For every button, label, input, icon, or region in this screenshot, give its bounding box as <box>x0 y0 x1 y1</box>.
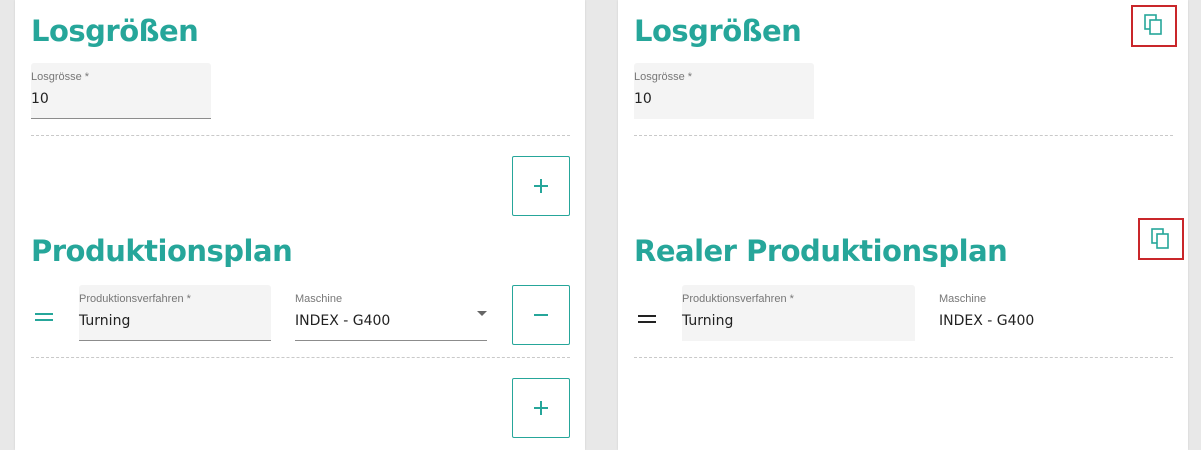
production-process-value: Turning <box>79 313 131 329</box>
production-process-label: Produktionsverfahren * <box>79 293 191 305</box>
copy-icon <box>1144 14 1162 35</box>
copy-icon <box>1151 228 1169 249</box>
lot-size-input[interactable]: Losgrösse * 10 <box>31 63 211 119</box>
drag-handle-icon[interactable] <box>638 315 656 325</box>
real-production-plan-title: Realer Produktionsplan <box>634 234 1008 268</box>
machine-value: INDEX - G400 <box>295 313 391 329</box>
machine-select[interactable]: Maschine INDEX - G400 <box>295 285 487 341</box>
production-plan-title: Produktionsplan <box>31 234 293 268</box>
chevron-down-icon[interactable] <box>477 311 487 316</box>
plus-icon <box>534 401 548 415</box>
add-step-button[interactable] <box>512 378 570 438</box>
lot-size-value: 10 <box>634 91 652 107</box>
drag-handle-icon[interactable] <box>35 313 53 323</box>
lot-size-label: Losgrösse * <box>634 71 693 83</box>
lot-size-card: Losgrößen Losgrösse * 10 Produktionsplan… <box>15 0 585 450</box>
machine-readonly: Maschine INDEX - G400 <box>939 285 1139 341</box>
plus-icon <box>534 179 548 193</box>
minus-icon <box>534 314 548 316</box>
lot-size-label: Losgrösse * <box>31 71 90 83</box>
section-divider <box>634 357 1173 358</box>
lot-size-title: Losgrößen <box>31 14 199 48</box>
lot-size-readonly: Losgrösse * 10 <box>634 63 814 119</box>
production-process-readonly: Produktionsverfahren * Turning <box>682 285 915 341</box>
real-plan-card: Losgrößen Losgrösse * 10 Realer Produkti… <box>618 0 1188 450</box>
production-process-label: Produktionsverfahren * <box>682 293 794 305</box>
copy-lot-size-button[interactable] <box>1131 5 1177 47</box>
lot-size-value: 10 <box>31 91 49 107</box>
section-divider <box>31 357 570 358</box>
section-divider <box>31 135 570 136</box>
add-lot-size-button[interactable] <box>512 156 570 216</box>
lot-size-title: Losgrößen <box>634 14 802 48</box>
copy-production-plan-button[interactable] <box>1138 218 1184 260</box>
machine-label: Maschine <box>939 293 987 305</box>
machine-value: INDEX - G400 <box>939 313 1035 329</box>
section-divider <box>634 135 1173 136</box>
remove-step-button[interactable] <box>512 285 570 345</box>
production-process-value: Turning <box>682 313 734 329</box>
production-process-field[interactable]: Produktionsverfahren * Turning <box>79 285 271 341</box>
machine-label: Maschine <box>295 293 343 305</box>
